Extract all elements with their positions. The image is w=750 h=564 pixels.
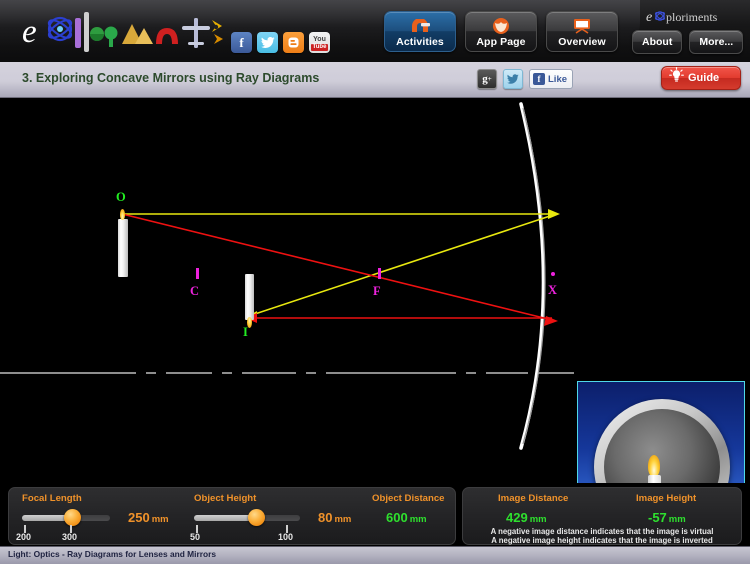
main-nav-buttons: Activities App Page Overview: [384, 11, 618, 52]
label-vertex: X: [548, 283, 558, 297]
svg-text:e: e: [22, 14, 37, 50]
globe-icon: [492, 17, 510, 35]
object-height-min-label: 50: [190, 532, 201, 542]
image-height-value: -57: [648, 510, 667, 525]
image-distance-title: Image Distance: [498, 493, 569, 504]
twitter-share-icon[interactable]: [503, 69, 523, 89]
image-distance-value-group: 429 mm: [506, 510, 547, 525]
app-logo[interactable]: e: [22, 6, 232, 54]
object-height-max-label: 100: [278, 532, 294, 542]
nav-button-overview[interactable]: Overview: [546, 11, 618, 52]
app-window: e f You Tube Activities App Page Overvie…: [0, 0, 750, 564]
ray-parallel-incident: [122, 209, 560, 219]
about-button[interactable]: About: [632, 30, 683, 54]
secondary-nav-buttons: About More...: [632, 30, 744, 54]
label-focal-point: F: [373, 284, 381, 298]
social-links-top: f You Tube: [231, 32, 330, 53]
ray-diagram-canvas[interactable]: O I C F X Note: Truly spherical mirrors …: [0, 98, 750, 483]
focal-length-slider[interactable]: [22, 509, 110, 526]
object-height-value: 80: [318, 510, 333, 525]
object-candle-body: [118, 219, 128, 277]
mirror-surface: [604, 409, 720, 483]
object-height-unit: mm: [334, 514, 352, 525]
nav-button-app-page[interactable]: App Page: [465, 11, 537, 52]
image-distance-unit: mm: [529, 514, 547, 525]
label-object: O: [116, 190, 126, 204]
lightbulb-icon: [669, 67, 684, 89]
reflected-candle-flame: [648, 455, 660, 477]
footer-text: Light: Optics - Ray Diagrams for Lenses …: [8, 549, 217, 559]
object-height-value-group: 80 mm: [318, 510, 351, 525]
presentation-icon: [571, 17, 593, 35]
object-candle[interactable]: [118, 219, 128, 277]
image-height-title: Image Height: [636, 493, 697, 504]
ray-focal-incident: [121, 213, 558, 326]
center-of-curvature-tick: [196, 268, 199, 279]
image-distance-value: 429: [506, 510, 528, 525]
page-title: 3. Exploring Concave Mirrors using Ray D…: [22, 71, 320, 85]
focal-length-value-group: 250 mm: [128, 510, 169, 525]
object-distance-value: 600: [386, 510, 408, 525]
nav-button-activities[interactable]: Activities: [384, 11, 456, 52]
facebook-mark-icon: f: [533, 73, 545, 85]
focal-length-min-label: 200: [16, 532, 32, 542]
focal-length-slider-thumb[interactable]: [64, 509, 81, 526]
image-height-value-group: -57 mm: [648, 510, 686, 525]
blogger-icon[interactable]: [283, 32, 304, 53]
image-candle: [245, 274, 254, 320]
nav-label-overview: Overview: [558, 36, 606, 48]
facebook-icon[interactable]: f: [231, 32, 252, 53]
focal-length-unit: mm: [151, 514, 169, 525]
object-height-slider-thumb[interactable]: [248, 509, 265, 526]
image-candle-body: [245, 274, 254, 320]
nav-label-app-page: App Page: [476, 36, 526, 48]
reflected-candle-body: [648, 475, 661, 483]
youtube-label-bottom: Tube: [310, 44, 329, 51]
twitter-icon[interactable]: [257, 32, 278, 53]
focal-length-title: Focal Length: [22, 493, 82, 504]
object-distance-unit: mm: [409, 514, 427, 525]
guide-label: Guide: [688, 72, 720, 84]
svg-text:ploriments: ploriments: [666, 10, 718, 24]
object-distance-title: Object Distance: [372, 493, 445, 504]
google-plus-icon[interactable]: g +: [477, 69, 497, 89]
label-center-of-curvature: C: [190, 284, 200, 298]
object-height-title: Object Height: [194, 493, 257, 504]
object-height-slider[interactable]: [194, 509, 300, 526]
youtube-icon[interactable]: You Tube: [309, 32, 330, 53]
mirror-photo-inset[interactable]: [577, 381, 745, 483]
brand-wordmark: e ploriments: [646, 8, 742, 25]
guide-button[interactable]: Guide: [661, 66, 741, 90]
object-distance-value-group: 600 mm: [386, 510, 427, 525]
ray-focal-reflected: [245, 313, 552, 323]
share-buttons: g + f Like: [477, 69, 574, 89]
label-image: I: [243, 325, 248, 339]
object-candle-flame: [120, 209, 125, 220]
object-height-slider-fill: [194, 515, 256, 521]
concave-mirror: [519, 102, 546, 450]
focal-length-value: 250: [128, 510, 150, 525]
svg-text:e: e: [646, 10, 652, 24]
focal-length-max-label: 300: [62, 532, 78, 542]
facebook-like-button[interactable]: f Like: [529, 69, 574, 89]
image-height-explanation: A negative image height indicates that t…: [491, 536, 713, 545]
mirror-frame: [594, 399, 730, 483]
image-height-unit: mm: [668, 514, 686, 525]
nav-label-activities: Activities: [396, 36, 444, 48]
youtube-label-top: You: [313, 36, 326, 43]
facebook-like-label: Like: [548, 73, 568, 85]
vertex-dot: [551, 272, 555, 276]
ray-parallel-reflected: [246, 213, 557, 321]
magnet-icon: [408, 17, 432, 35]
focal-point-tick: [378, 268, 381, 279]
more-button[interactable]: More...: [689, 30, 744, 54]
